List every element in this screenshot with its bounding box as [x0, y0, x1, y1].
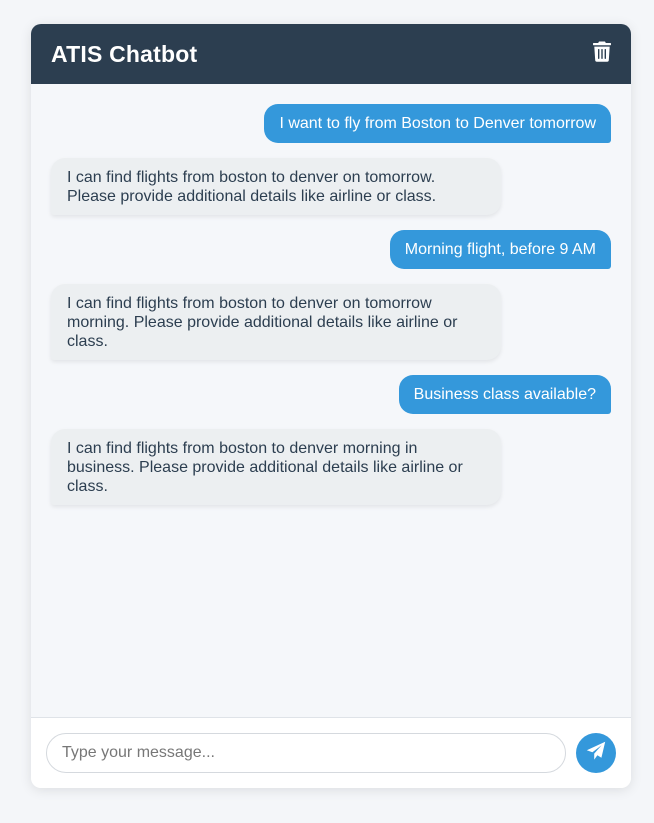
user-message: I want to fly from Boston to Denver tomo… [264, 104, 611, 143]
message-row: I can find flights from boston to denver… [51, 284, 611, 360]
user-message: Morning flight, before 9 AM [389, 230, 611, 269]
bot-message: I can find flights from boston to denver… [51, 429, 501, 505]
message-list: I want to fly from Boston to Denver tomo… [31, 84, 631, 717]
message-row: I can find flights from boston to denver… [51, 158, 611, 215]
message-row: Business class available? [51, 375, 611, 414]
message-row: Morning flight, before 9 AM [51, 230, 611, 269]
chat-header: ATIS Chatbot [31, 24, 631, 84]
user-message: Business class available? [398, 375, 611, 414]
bot-message: I can find flights from boston to denver… [51, 284, 501, 360]
message-input[interactable] [46, 733, 566, 773]
chat-title: ATIS Chatbot [51, 40, 198, 67]
message-composer [31, 717, 631, 788]
paper-plane-icon [586, 741, 606, 766]
message-row: I want to fly from Boston to Denver tomo… [51, 104, 611, 143]
chat-window: ATIS Chatbot I want to fly from Boston t… [31, 24, 631, 788]
bot-message: I can find flights from boston to denver… [51, 158, 501, 215]
send-button[interactable] [576, 733, 616, 773]
clear-chat-button[interactable] [587, 39, 617, 69]
message-row: I can find flights from boston to denver… [51, 429, 611, 505]
trash-icon [593, 41, 611, 67]
